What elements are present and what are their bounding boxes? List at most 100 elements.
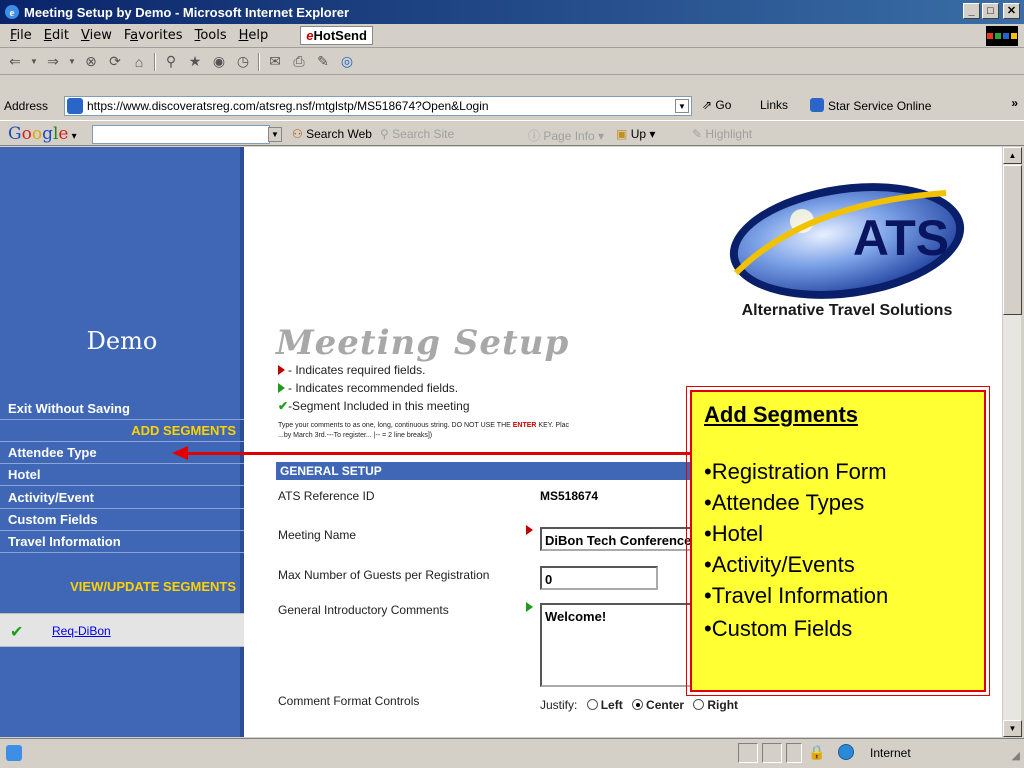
page-info-label: Page Info — [543, 129, 595, 143]
hotsend-button[interactable]: eHotSend — [300, 26, 373, 45]
menu-file[interactable]: File — [4, 28, 38, 43]
menu-file-label: ile — [16, 28, 32, 43]
callout-item: Hotel — [704, 518, 972, 549]
justify-right-radio[interactable] — [693, 699, 705, 710]
address-field[interactable]: https://www.discoveratsreg.com/atsreg.ns… — [64, 96, 692, 116]
justify-left-radio[interactable] — [586, 699, 598, 710]
sidebar-divider — [0, 441, 244, 442]
globe-icon — [838, 744, 854, 760]
vertical-scrollbar[interactable]: ▲ ▼ — [1002, 147, 1022, 737]
max-guests-label: Max Number of Guests per Registration — [278, 568, 490, 582]
note-text: Type your comments to as one, long, cont… — [278, 422, 513, 429]
callout-item: Registration Form — [704, 456, 972, 487]
forward-icon[interactable]: ⇒ — [44, 53, 62, 71]
sidebar-item-custom-fields[interactable]: Custom Fields — [8, 512, 98, 527]
format-controls-label: Comment Format Controls — [278, 694, 420, 708]
sidebar-item-travel-information[interactable]: Travel Information — [8, 534, 121, 549]
up-button[interactable]: ▣ Up ▾ — [616, 127, 655, 141]
window-title-bar[interactable]: e Meeting Setup by Demo - Microsoft Inte… — [0, 0, 1024, 24]
forward-dropdown-icon[interactable]: ▼ — [68, 53, 76, 71]
menu-tools[interactable]: Tools — [189, 28, 233, 43]
resize-grip-icon[interactable]: ◢ — [1012, 749, 1020, 762]
callout-title: Add Segments — [704, 402, 859, 427]
meeting-name-input[interactable]: DiBon Tech Conference — [540, 527, 700, 551]
standard-toolbar: ⇐ ▼ ⇒ ▼ ⊗ ⟳ ⌂ ⚲ ★ ◉ ◷ ✉ ⎙ ✎ ◎ — [0, 49, 1024, 75]
toolbar-separator — [154, 52, 156, 71]
go-button[interactable]: ⇗ Go — [702, 98, 731, 112]
favorites-icon[interactable]: ★ — [186, 53, 204, 71]
segment-link[interactable]: Req-DiBon — [52, 624, 111, 638]
history-icon[interactable]: ◷ — [234, 53, 252, 71]
scroll-up-icon[interactable]: ▲ — [1003, 147, 1022, 164]
logo-tagline: Alternative Travel Solutions — [742, 302, 953, 319]
menu-tools-label: ools — [200, 28, 227, 43]
menu-view[interactable]: View — [75, 28, 118, 43]
sidebar-item-attendee-type[interactable]: Attendee Type — [8, 445, 97, 460]
messenger-icon[interactable]: ◎ — [338, 53, 356, 71]
comment-instructions: Type your comments to as one, long, cont… — [278, 421, 698, 441]
links-button[interactable]: Links — [760, 98, 788, 112]
search-web-button[interactable]: ⚇ Search Web — [292, 127, 372, 141]
home-icon[interactable]: ⌂ — [130, 53, 148, 71]
page-icon — [67, 98, 83, 114]
windows-logo-icon — [986, 26, 1018, 46]
go-label: Go — [715, 98, 732, 112]
add-segments-header: ADD SEGMENTS — [131, 423, 236, 438]
intro-comments-textarea[interactable]: Welcome! — [540, 603, 700, 687]
minimize-button[interactable]: _ — [963, 3, 980, 19]
section-header: GENERAL SETUP — [276, 462, 696, 480]
address-label: Address — [4, 99, 49, 113]
google-search-dropdown-icon[interactable]: ▼ — [268, 127, 282, 142]
star-service-link[interactable]: Star Service Online — [810, 98, 931, 113]
hotsend-icon: e — [306, 28, 314, 43]
ref-id-label: ATS Reference ID — [278, 489, 375, 503]
highlighter-icon: ✎ — [692, 127, 703, 141]
max-guests-input[interactable]: 0 — [540, 566, 658, 590]
mail-icon[interactable]: ✉ — [266, 53, 284, 71]
menu-favorites-mnemonic: a — [130, 28, 139, 43]
page-status-icon — [6, 745, 22, 761]
zone-label: Internet — [870, 746, 911, 760]
google-search-input[interactable] — [92, 125, 270, 144]
sidebar-title: Demo — [86, 327, 158, 355]
maximize-button[interactable]: □ — [982, 3, 999, 19]
callout-item: Travel Information — [704, 580, 972, 611]
refresh-icon[interactable]: ⟳ — [106, 53, 124, 71]
justify-center-radio[interactable] — [632, 699, 644, 710]
sidebar-item-hotel[interactable]: Hotel — [8, 467, 41, 482]
sidebar-divider — [0, 463, 244, 464]
scroll-thumb[interactable] — [1003, 165, 1022, 315]
note-line-2: ...by March 3rd.---To register... |-- = … — [278, 432, 433, 439]
highlight-label: Highlight — [705, 127, 753, 141]
search-icon[interactable]: ⚲ — [162, 53, 180, 71]
justify-label: Justify: — [540, 698, 578, 712]
address-dropdown-icon[interactable]: ▼ — [675, 99, 689, 113]
close-button[interactable]: ✕ — [1003, 3, 1020, 19]
sidebar-item-activity-event[interactable]: Activity/Event — [8, 490, 94, 505]
highlight-button[interactable]: ✎ Highlight — [692, 127, 752, 141]
back-dropdown-icon[interactable]: ▼ — [30, 53, 38, 71]
menu-edit[interactable]: Edit — [38, 28, 75, 43]
page-info-button[interactable]: ⓘ Page Info ▾ — [528, 127, 604, 144]
google-logo[interactable]: Google ▾ — [8, 124, 77, 144]
menu-favorites[interactable]: Favorites — [118, 28, 189, 43]
scroll-down-icon[interactable]: ▼ — [1003, 720, 1022, 737]
media-icon[interactable]: ◉ — [210, 53, 228, 71]
legend-recommended: - Indicates recommended fields. — [278, 381, 458, 395]
edit-icon[interactable]: ✎ — [314, 53, 332, 71]
add-segments-callout: Add Segments Registration Form Attendee … — [686, 386, 990, 696]
status-panel — [762, 743, 782, 763]
menu-help-mnemonic: H — [238, 28, 249, 43]
required-marker-icon — [526, 525, 533, 535]
back-icon[interactable]: ⇐ — [6, 53, 24, 71]
address-url: https://www.discoveratsreg.com/atsreg.ns… — [87, 99, 489, 113]
print-icon[interactable]: ⎙ — [290, 53, 308, 71]
stop-icon[interactable]: ⊗ — [82, 53, 100, 71]
star-service-label: Star Service Online — [828, 99, 932, 113]
more-links-icon[interactable]: » — [1011, 96, 1018, 110]
status-bar: 🔒 Internet ◢ — [0, 738, 1024, 768]
menu-bar: File Edit View Favorites Tools Help eHot… — [0, 24, 1024, 48]
search-site-button[interactable]: ⚲ Search Site — [380, 127, 454, 141]
menu-help[interactable]: Help — [233, 28, 275, 43]
exit-without-saving-link[interactable]: Exit Without Saving — [8, 401, 130, 416]
